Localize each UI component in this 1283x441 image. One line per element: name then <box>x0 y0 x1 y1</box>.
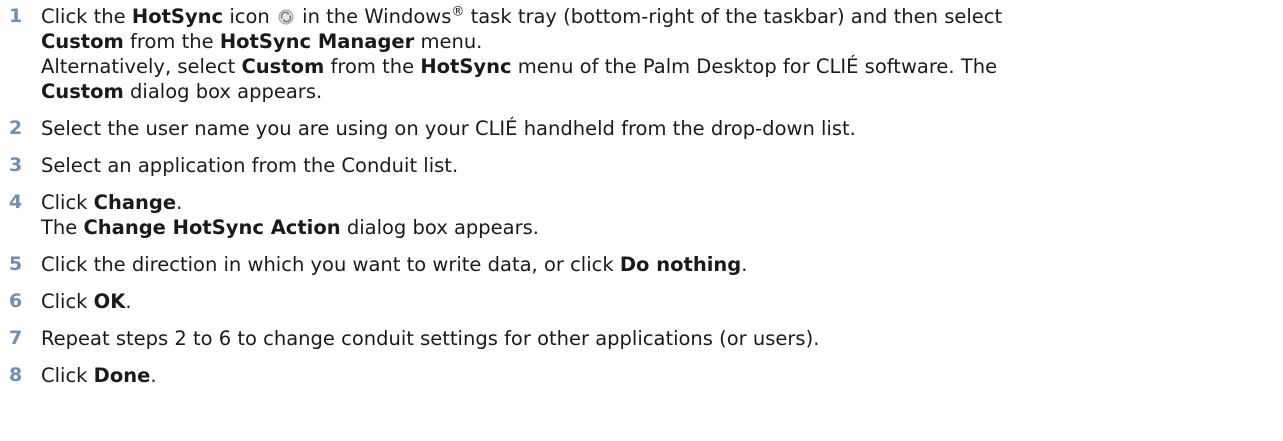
step-body: Click OK. <box>32 289 1283 314</box>
text: from the <box>324 55 421 78</box>
step-number: 4 <box>9 191 23 213</box>
text: . <box>150 364 157 387</box>
step-number: 2 <box>9 117 23 139</box>
bold-text: Do nothing <box>619 253 742 276</box>
step-2: 2 Select the user name you are using on … <box>0 116 1283 141</box>
step-number: 3 <box>9 154 23 176</box>
step-3: 3 Select an application from the Conduit… <box>0 153 1283 178</box>
step-number: 7 <box>9 327 23 349</box>
step-4-line-1: Click Change. <box>41 190 1277 215</box>
registered-mark: ® <box>451 4 465 20</box>
text: Click <box>41 364 94 387</box>
step-1-line-2: Custom from the HotSync Manager menu. <box>41 29 1277 54</box>
text: Alternatively, select <box>41 55 242 78</box>
text: icon <box>223 5 276 28</box>
step-4-line-2: The Change HotSync Action dialog box app… <box>41 215 1277 240</box>
text: menu of the Palm Desktop for CLIÉ softwa… <box>511 55 998 78</box>
step-body: Click Change. The Change HotSync Action … <box>32 190 1283 240</box>
step-body: Click Done. <box>32 363 1283 388</box>
text: The <box>41 216 84 239</box>
text: . <box>176 191 183 214</box>
step-body: Select an application from the Conduit l… <box>32 153 1283 178</box>
step-body: Repeat steps 2 to 6 to change conduit se… <box>32 326 1283 351</box>
text: Click the direction in which you want to… <box>41 253 620 276</box>
step-1: 1 Click the HotSync icon in the Windows®… <box>0 4 1283 104</box>
bold-text: HotSync Manager <box>219 30 415 53</box>
bold-text: Custom <box>41 30 124 53</box>
step-text: Repeat steps 2 to 6 to change conduit se… <box>41 327 820 350</box>
bold-text: Custom <box>41 80 124 103</box>
text: dialog box appears. <box>123 80 323 103</box>
bold-text: Change <box>93 191 177 214</box>
step-body: Select the user name you are using on yo… <box>32 116 1283 141</box>
bold-text: Custom <box>241 55 325 78</box>
step-number: 1 <box>9 5 23 27</box>
step-text: Click the direction in which you want to… <box>41 252 1277 277</box>
step-4: 4 Click Change. The Change HotSync Actio… <box>0 190 1283 240</box>
text: Click the <box>41 5 132 28</box>
step-7: 7 Repeat steps 2 to 6 to change conduit … <box>0 326 1283 351</box>
text: menu. <box>414 30 483 53</box>
step-text: Select the user name you are using on yo… <box>41 117 856 140</box>
instruction-steps: 1 Click the HotSync icon in the Windows®… <box>0 0 1283 388</box>
step-text: Click Done. <box>41 363 1277 388</box>
step-1-line-3: Alternatively, select Custom from the Ho… <box>41 54 1277 79</box>
step-number: 5 <box>9 253 23 275</box>
step-body: Click the HotSync icon in the Windows® t… <box>32 4 1283 104</box>
bold-text: HotSync <box>131 5 224 28</box>
hotsync-icon <box>278 9 294 25</box>
text: dialog box appears. <box>340 216 539 239</box>
text: Click <box>41 290 94 313</box>
step-5: 5 Click the direction in which you want … <box>0 252 1283 277</box>
text: . <box>741 253 748 276</box>
text: . <box>125 290 132 313</box>
step-body: Click the direction in which you want to… <box>32 252 1283 277</box>
bold-text: Done <box>93 364 151 387</box>
bold-text: Change HotSync Action <box>83 216 341 239</box>
bold-text: HotSync <box>420 55 512 78</box>
text: from the <box>123 30 220 53</box>
text: Click <box>41 191 94 214</box>
step-number: 8 <box>9 364 23 386</box>
step-number: 6 <box>9 290 23 312</box>
bold-text: OK <box>93 290 126 313</box>
step-8: 8 Click Done. <box>0 363 1283 388</box>
step-1-line-1: Click the HotSync icon in the Windows® t… <box>41 4 1277 29</box>
step-text: Select an application from the Conduit l… <box>41 154 459 177</box>
text: in the Windows <box>295 5 452 28</box>
step-6: 6 Click OK. <box>0 289 1283 314</box>
step-text: Click OK. <box>41 289 1277 314</box>
step-1-line-4: Custom dialog box appears. <box>41 79 1277 104</box>
text: task tray (bottom-right of the taskbar) … <box>464 5 1003 28</box>
